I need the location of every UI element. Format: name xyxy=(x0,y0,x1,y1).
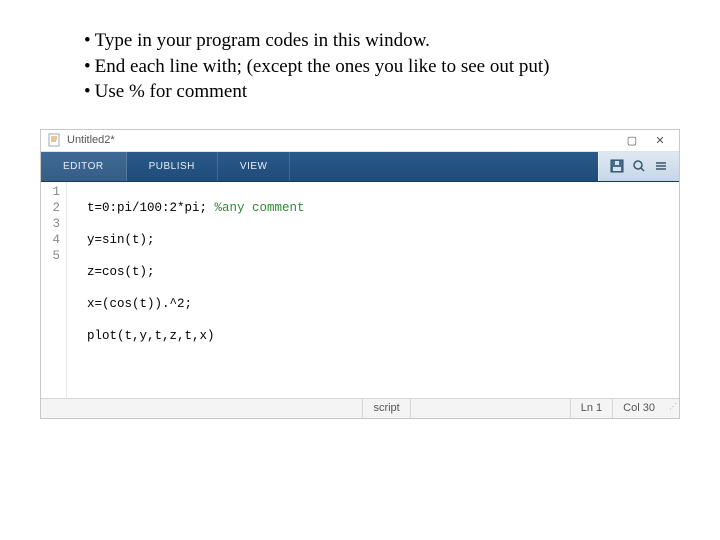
code-lines[interactable]: t=0:pi/100:2*pi; %any comment y=sin(t); … xyxy=(67,182,679,398)
line-number: 4 xyxy=(41,232,60,248)
close-button[interactable]: ✕ xyxy=(647,131,673,149)
resize-grip-icon[interactable]: ⋰ xyxy=(665,404,679,412)
instruction-item: Type in your program codes in this windo… xyxy=(95,28,430,54)
search-icon[interactable] xyxy=(631,158,647,174)
line-number: 3 xyxy=(41,216,60,232)
line-number-gutter: 1 2 3 4 5 xyxy=(41,182,67,398)
status-bar: script Ln 1 Col 30 ⋰ xyxy=(41,398,679,418)
document-icon xyxy=(47,133,61,147)
instruction-item: Use % for comment xyxy=(95,79,247,105)
code-text: t=0:pi/100:2*pi; xyxy=(87,201,215,215)
instructions-list: •Type in your program codes in this wind… xyxy=(0,0,720,115)
code-text: y=sin(t); xyxy=(87,233,155,247)
save-icon[interactable] xyxy=(609,158,625,174)
title-bar: Untitled2* ▢ ✕ xyxy=(41,130,679,152)
line-number: 2 xyxy=(41,200,60,216)
instruction-item: End each line with; (except the ones you… xyxy=(95,54,550,80)
code-editor[interactable]: 1 2 3 4 5 t=0:pi/100:2*pi; %any comment … xyxy=(41,182,679,398)
window-title: Untitled2* xyxy=(67,134,115,146)
status-line: Ln 1 xyxy=(570,399,612,418)
status-column: Col 30 xyxy=(612,399,665,418)
ribbon-tabs: EDITOR PUBLISH VIEW xyxy=(41,152,679,182)
maximize-button[interactable]: ▢ xyxy=(619,131,645,149)
menu-icon[interactable] xyxy=(653,158,669,174)
tab-editor[interactable]: EDITOR xyxy=(41,152,127,181)
editor-window: Untitled2* ▢ ✕ EDITOR PUBLISH VIEW 1 2 3… xyxy=(40,129,680,419)
code-text: plot(t,y,t,z,t,x) xyxy=(87,329,215,343)
status-file-type: script xyxy=(362,399,409,418)
code-text: x=(cos(t)).^2; xyxy=(87,297,192,311)
line-number: 5 xyxy=(41,248,60,264)
line-number: 1 xyxy=(41,184,60,200)
code-text: z=cos(t); xyxy=(87,265,155,279)
tab-publish[interactable]: PUBLISH xyxy=(127,152,218,181)
quick-access-toolbar xyxy=(598,152,679,181)
tab-view[interactable]: VIEW xyxy=(218,152,291,181)
code-comment: %any comment xyxy=(215,201,305,215)
